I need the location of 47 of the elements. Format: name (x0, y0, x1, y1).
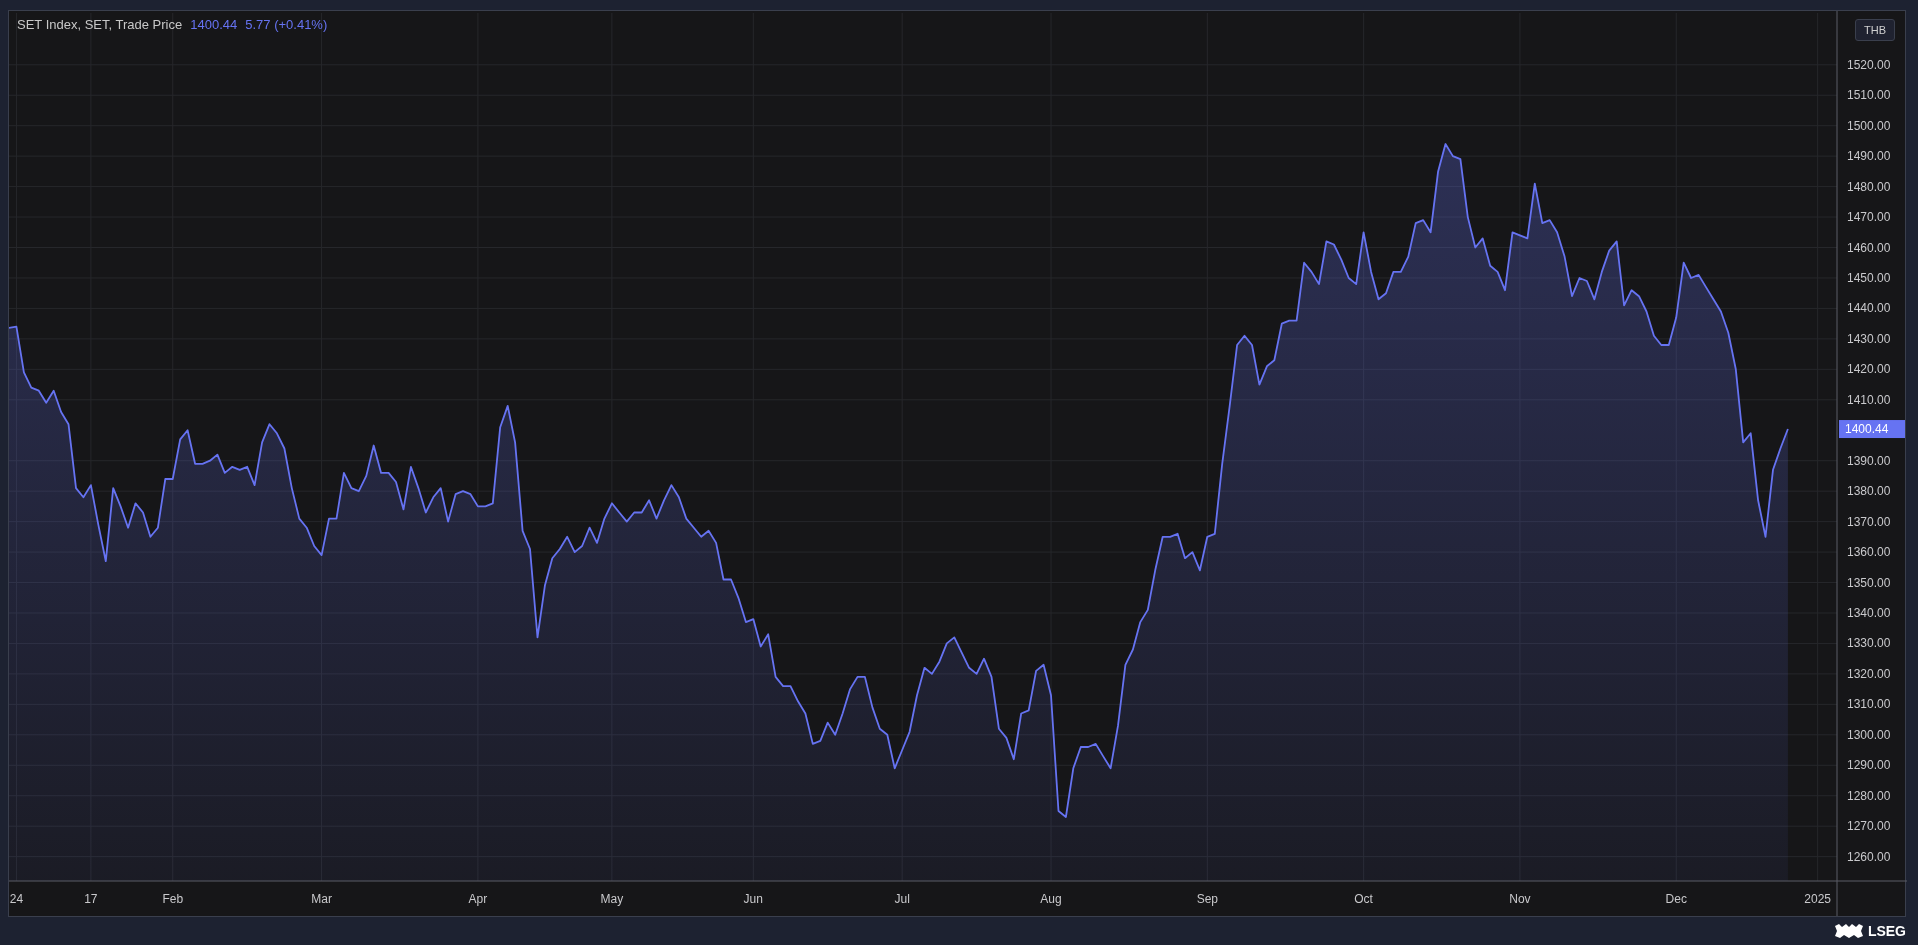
y-axis-label: 1350.00 (1847, 575, 1891, 590)
last-price-label: 1400.44 (1839, 420, 1905, 439)
y-axis-label: 1270.00 (1847, 819, 1891, 834)
y-axis-label: 1420.00 (1847, 362, 1891, 377)
x-axis-label: Mar (311, 892, 332, 906)
y-axis-label: 1440.00 (1847, 301, 1891, 316)
price-change: 5.77 (+0.41%) (245, 17, 328, 32)
y-axis-label: 1340.00 (1847, 606, 1891, 620)
y-axis-label: 1460.00 (1847, 240, 1891, 255)
y-axis-label: 1520.00 (1847, 57, 1891, 72)
y-axis-label: 1290.00 (1847, 758, 1891, 773)
y-axis-label: 1430.00 (1847, 331, 1891, 346)
x-axis-label: Sep (1196, 892, 1218, 906)
x-axis-label: Jul (894, 892, 910, 906)
y-axis-label: 1360.00 (1847, 545, 1891, 560)
x-axis-label: 24 (9, 892, 24, 906)
x-axis-label: Oct (1354, 892, 1373, 906)
y-axis-label: 1280.00 (1847, 788, 1891, 803)
x-axis-label: 17 (84, 892, 98, 906)
legend-title: SET Index, SET, Trade Price (17, 17, 183, 32)
y-axis-label: 1330.00 (1847, 636, 1891, 651)
x-axis-label: Dec (1665, 892, 1687, 906)
y-axis-label: 1380.00 (1847, 484, 1891, 499)
x-axis-label: Feb (162, 892, 184, 906)
y-axis-label: 1310.00 (1847, 697, 1891, 712)
logo-text: LSEG (1867, 923, 1906, 939)
x-axis-label: 2025 (1804, 892, 1831, 906)
x-axis-label: Apr (468, 892, 488, 906)
y-axis-label: 1320.00 (1847, 666, 1891, 681)
y-axis-label: 1410.00 (1847, 392, 1891, 407)
currency-button[interactable]: THB (1855, 19, 1895, 41)
y-axis-label: 1470.00 (1847, 210, 1891, 225)
y-axis-label: 1390.00 (1847, 453, 1891, 468)
y-axis-label: 1490.00 (1847, 149, 1891, 164)
y-axis-label: 1510.00 (1847, 88, 1891, 103)
y-axis-label: 1500.00 (1847, 118, 1891, 133)
y-axis-label: 1300.00 (1847, 727, 1891, 742)
y-axis-label: 1450.00 (1847, 270, 1891, 285)
x-axis-label: Nov (1509, 892, 1531, 906)
logo-icon (1833, 923, 1864, 939)
y-axis-label: 1260.00 (1847, 849, 1891, 864)
y-axis-label: 1480.00 (1847, 179, 1891, 194)
y-axis-label: 1370.00 (1847, 514, 1891, 529)
x-axis-label: May (600, 892, 624, 906)
x-axis-label: Jun (743, 892, 763, 906)
x-axis-label: Aug (1040, 892, 1062, 906)
last-price: 1400.44 (190, 17, 238, 32)
